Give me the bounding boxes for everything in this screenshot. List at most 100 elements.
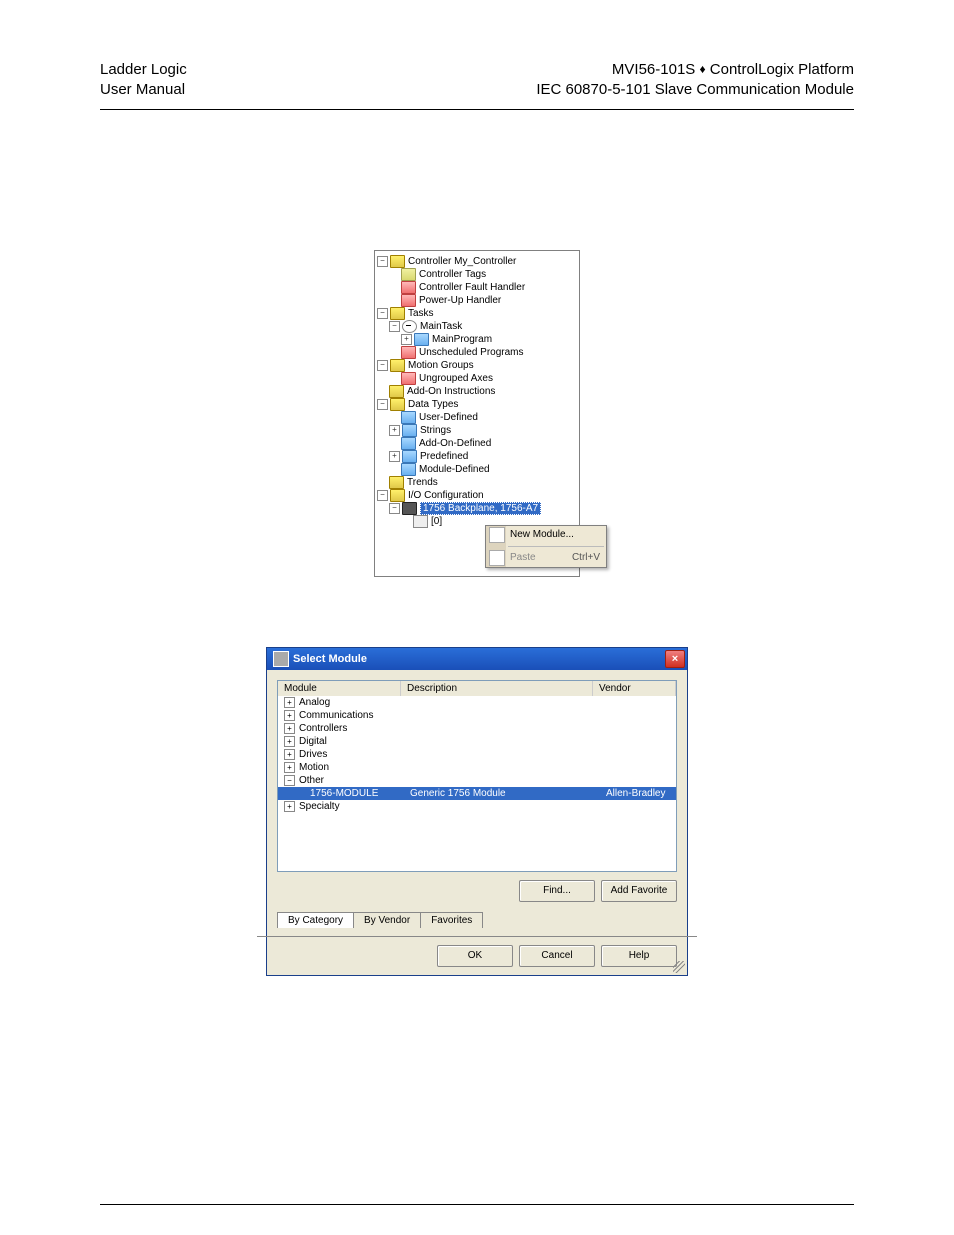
list-item[interactable]: Controllers xyxy=(299,723,347,734)
expand-icon[interactable]: + xyxy=(389,425,400,436)
paste-icon xyxy=(489,550,505,566)
header-right-line1: MVI56-101S ♦ ControlLogix Platform xyxy=(536,60,854,80)
column-vendor[interactable]: Vendor xyxy=(593,681,676,696)
expand-icon[interactable]: + xyxy=(284,736,295,747)
tree-motion-groups[interactable]: Motion Groups xyxy=(408,360,474,371)
list-item[interactable]: Analog xyxy=(299,697,330,708)
tree-item[interactable]: Controller Tags xyxy=(419,269,486,280)
menu-shortcut: Ctrl+V xyxy=(572,552,600,563)
list-item[interactable]: Communications xyxy=(299,710,373,721)
backplane-icon xyxy=(402,502,417,515)
collapse-icon[interactable]: − xyxy=(389,503,400,514)
controller-tree-window: − Controller My_Controller Controller Tag… xyxy=(374,250,580,577)
tree-item[interactable]: Power-Up Handler xyxy=(419,295,501,306)
list-item[interactable]: Specialty xyxy=(299,801,340,812)
tree-item[interactable]: Predefined xyxy=(420,451,468,462)
tab-by-category[interactable]: By Category xyxy=(277,912,354,928)
dialog-title: Select Module xyxy=(293,653,367,665)
collapse-icon[interactable]: − xyxy=(389,321,400,332)
collapse-icon[interactable]: − xyxy=(377,308,388,319)
cancel-button[interactable]: Cancel xyxy=(519,945,595,967)
folder-icon xyxy=(401,463,416,476)
expand-icon[interactable]: + xyxy=(389,451,400,462)
resize-grip-icon[interactable] xyxy=(673,961,685,973)
program-icon xyxy=(414,333,429,346)
list-item-selected[interactable]: 1756-MODULE Generic 1756 Module Allen-Br… xyxy=(278,787,676,800)
tree-slot0[interactable]: [0] xyxy=(431,516,442,527)
list-item[interactable]: Digital xyxy=(299,736,327,747)
folder-icon xyxy=(389,385,404,398)
tags-icon xyxy=(401,268,416,281)
page-header: Ladder Logic User Manual MVI56-101S ♦ Co… xyxy=(100,60,854,110)
column-module[interactable]: Module xyxy=(278,681,401,696)
slot-icon xyxy=(413,515,428,528)
ok-button[interactable]: OK xyxy=(437,945,513,967)
tree-addon[interactable]: Add-On Instructions xyxy=(407,386,495,397)
tree-unscheduled[interactable]: Unscheduled Programs xyxy=(419,347,524,358)
folder-icon xyxy=(402,424,417,437)
folder-icon xyxy=(390,398,405,411)
tree-item[interactable]: Controller Fault Handler xyxy=(419,282,525,293)
expand-icon[interactable]: + xyxy=(284,723,295,734)
collapse-icon[interactable]: − xyxy=(377,256,388,267)
folder-icon xyxy=(390,307,405,320)
expand-icon[interactable]: + xyxy=(284,749,295,760)
tab-favorites[interactable]: Favorites xyxy=(420,912,483,928)
folder-icon xyxy=(389,476,404,489)
tree-ungrouped-axes[interactable]: Ungrouped Axes xyxy=(419,373,493,384)
tree-trends[interactable]: Trends xyxy=(407,477,438,488)
expand-icon[interactable]: + xyxy=(284,801,295,812)
menu-paste[interactable]: Paste Ctrl+V xyxy=(486,549,606,567)
collapse-icon[interactable]: − xyxy=(284,775,295,786)
folder-icon xyxy=(401,346,416,359)
select-module-dialog: Select Module × Module Description Vendo… xyxy=(266,647,688,976)
module-listbox[interactable]: Module Description Vendor + Analog + Commu… xyxy=(277,680,677,872)
list-item[interactable]: Motion xyxy=(299,762,329,773)
add-favorite-button[interactable]: Add Favorite xyxy=(601,880,677,902)
folder-icon xyxy=(401,294,416,307)
list-item[interactable]: Drives xyxy=(299,749,327,760)
tree-item[interactable]: Strings xyxy=(420,425,451,436)
context-menu: New Module... Paste Ctrl+V xyxy=(485,525,607,568)
tree-item[interactable]: Add-On-Defined xyxy=(419,438,491,449)
folder-icon xyxy=(390,359,405,372)
list-item[interactable]: Other xyxy=(299,775,324,786)
folder-icon xyxy=(390,489,405,502)
app-icon xyxy=(273,651,289,667)
collapse-icon[interactable]: − xyxy=(377,399,388,410)
header-right-line2: IEC 60870-5-101 Slave Communication Modu… xyxy=(536,80,854,100)
header-left-line2: User Manual xyxy=(100,80,187,100)
tree-item[interactable]: Module-Defined xyxy=(419,464,490,475)
folder-icon xyxy=(390,255,405,268)
folder-icon xyxy=(401,437,416,450)
folder-icon xyxy=(401,411,416,424)
collapse-icon[interactable]: − xyxy=(377,490,388,501)
module-icon xyxy=(489,527,505,543)
column-description[interactable]: Description xyxy=(401,681,593,696)
tree-mainprogram[interactable]: MainProgram xyxy=(432,334,492,345)
menu-new-module[interactable]: New Module... xyxy=(486,526,606,544)
help-button[interactable]: Help xyxy=(601,945,677,967)
folder-icon xyxy=(401,372,416,385)
tree-ioconfig[interactable]: I/O Configuration xyxy=(408,490,484,501)
expand-icon[interactable]: + xyxy=(284,697,295,708)
tree-backplane-selected[interactable]: 1756 Backplane, 1756-A7 xyxy=(420,502,541,515)
close-icon[interactable]: × xyxy=(665,650,685,668)
page-footer-rule xyxy=(100,1204,854,1205)
expand-icon[interactable]: + xyxy=(401,334,412,345)
expand-icon[interactable]: + xyxy=(284,710,295,721)
tree-tasks[interactable]: Tasks xyxy=(408,308,434,319)
list-header: Module Description Vendor xyxy=(278,681,676,696)
dialog-titlebar[interactable]: Select Module × xyxy=(267,648,687,670)
task-icon xyxy=(402,320,417,333)
diamond-icon: ♦ xyxy=(699,61,705,77)
tree-maintask[interactable]: MainTask xyxy=(420,321,462,332)
expand-icon[interactable]: + xyxy=(284,762,295,773)
tree-datatypes[interactable]: Data Types xyxy=(408,399,458,410)
tree-controller[interactable]: Controller My_Controller xyxy=(408,256,516,267)
tree-item[interactable]: User-Defined xyxy=(419,412,478,423)
find-button[interactable]: Find... xyxy=(519,880,595,902)
folder-icon xyxy=(402,450,417,463)
tab-by-vendor[interactable]: By Vendor xyxy=(353,912,421,928)
collapse-icon[interactable]: − xyxy=(377,360,388,371)
